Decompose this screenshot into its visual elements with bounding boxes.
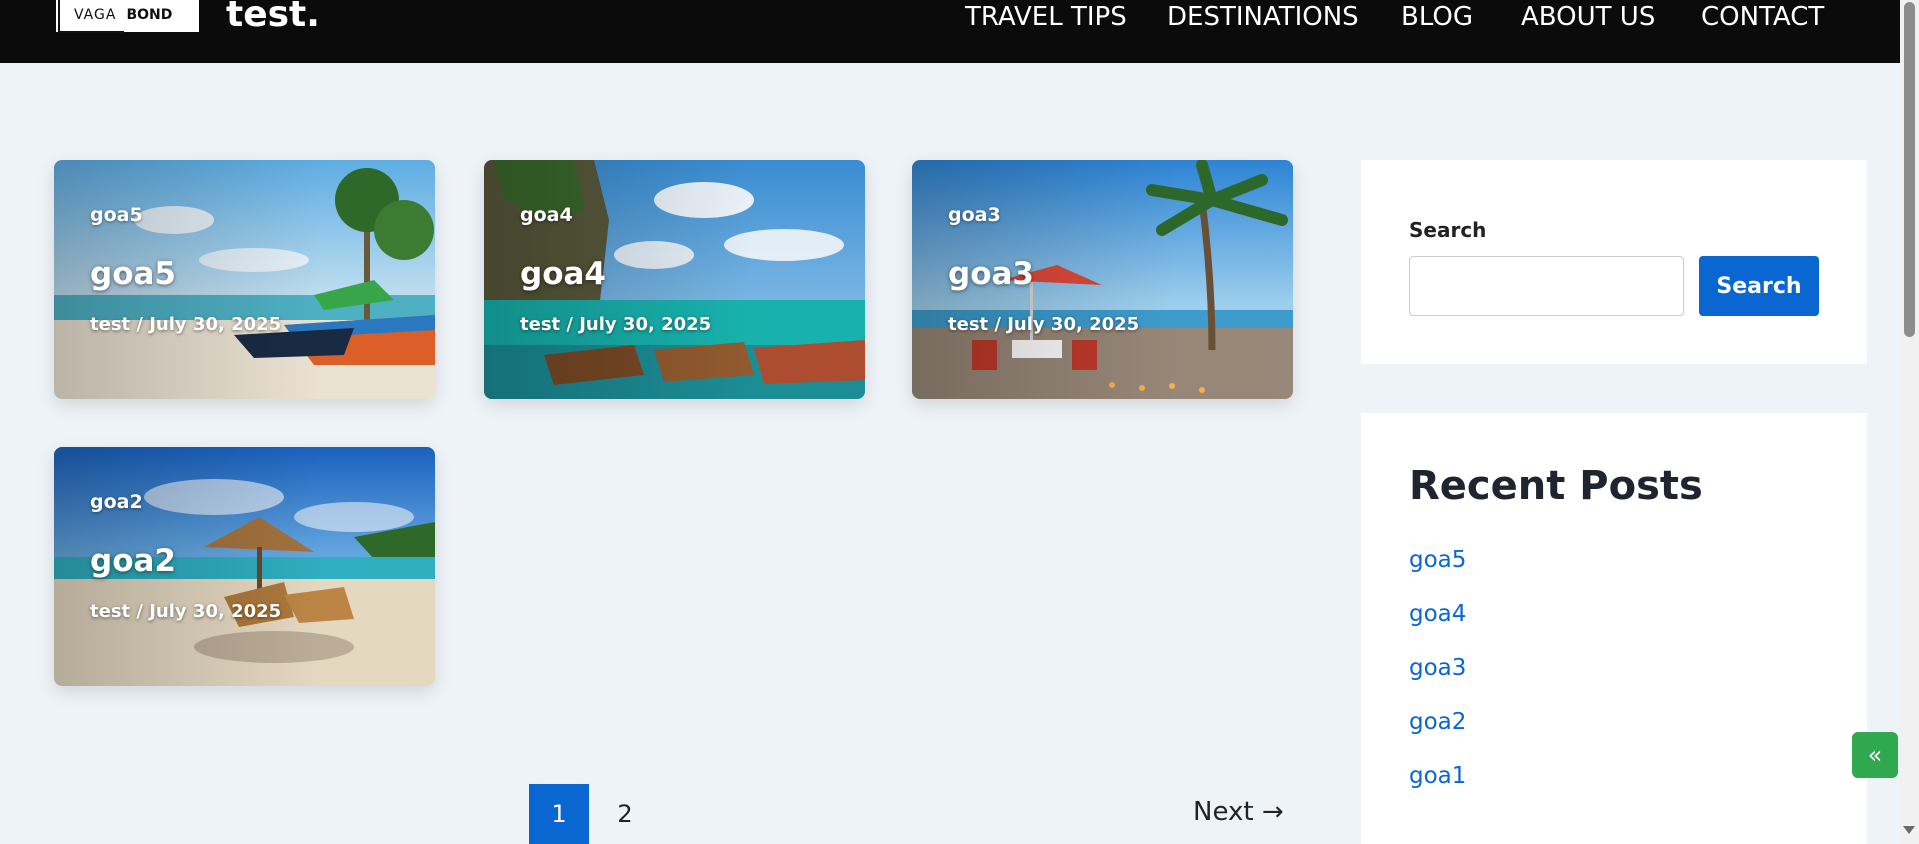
search-input[interactable] [1409,256,1684,316]
post-meta: test / July 30, 2025 [948,314,1140,335]
site-title[interactable]: test. [226,0,320,35]
pagination-next-link[interactable]: Next → [1193,797,1284,827]
post-title[interactable]: goa4 [520,256,606,292]
post-card[interactable]: goa4 goa4 test / July 30, 2025 [484,160,865,399]
post-category[interactable]: goa2 [90,491,143,513]
post-title[interactable]: goa2 [90,543,176,579]
recent-posts-widget: Recent Posts goa5 goa4 goa3 goa2 goa1 [1361,413,1867,844]
site-header: VAGA BOND test. TRAVEL TIPS DESTINATIONS… [0,0,1900,63]
nav-about-us[interactable]: ABOUT US [1521,0,1655,34]
post-category[interactable]: goa3 [948,204,1001,226]
post-title[interactable]: goa5 [90,256,176,292]
logo-text-left: VAGA [58,0,125,33]
post-card[interactable]: goa2 goa2 test / July 30, 2025 [54,447,435,686]
recent-post-link[interactable]: goa1 [1409,763,1466,789]
nav-travel-tips[interactable]: TRAVEL TIPS [965,0,1127,34]
nav-contact[interactable]: CONTACT [1701,0,1824,34]
search-widget: Search Search [1361,160,1867,364]
nav-blog[interactable]: BLOG [1401,0,1473,34]
post-title[interactable]: goa3 [948,256,1034,292]
post-category[interactable]: goa5 [90,204,143,226]
logo-text-right: BOND [124,7,173,23]
post-category[interactable]: goa4 [520,204,573,226]
recent-post-link[interactable]: goa3 [1409,655,1466,681]
site-logo[interactable]: VAGA BOND [54,0,201,34]
pagination-page-1[interactable]: 1 [529,784,589,844]
recent-posts-heading: Recent Posts [1409,463,1703,509]
post-meta: test / July 30, 2025 [90,601,282,622]
post-meta: test / July 30, 2025 [90,314,282,335]
scrollbar-thumb[interactable] [1904,2,1915,337]
search-label: Search [1409,218,1487,242]
post-meta: test / July 30, 2025 [520,314,712,335]
post-card[interactable]: goa3 goa3 test / July 30, 2025 [912,160,1293,399]
nav-destinations[interactable]: DESTINATIONS [1167,0,1359,34]
recent-post-link[interactable]: goa2 [1409,709,1466,735]
recent-post-link[interactable]: goa4 [1409,601,1466,627]
recent-post-link[interactable]: goa5 [1409,547,1466,573]
post-card[interactable]: goa5 goa5 test / July 30, 2025 [54,160,435,399]
scroll-down-arrow-icon[interactable] [1903,826,1915,834]
pagination-page-2[interactable]: 2 [595,784,655,844]
search-button[interactable]: Search [1699,256,1819,316]
collapse-arrows-icon[interactable]: « [1852,732,1898,778]
